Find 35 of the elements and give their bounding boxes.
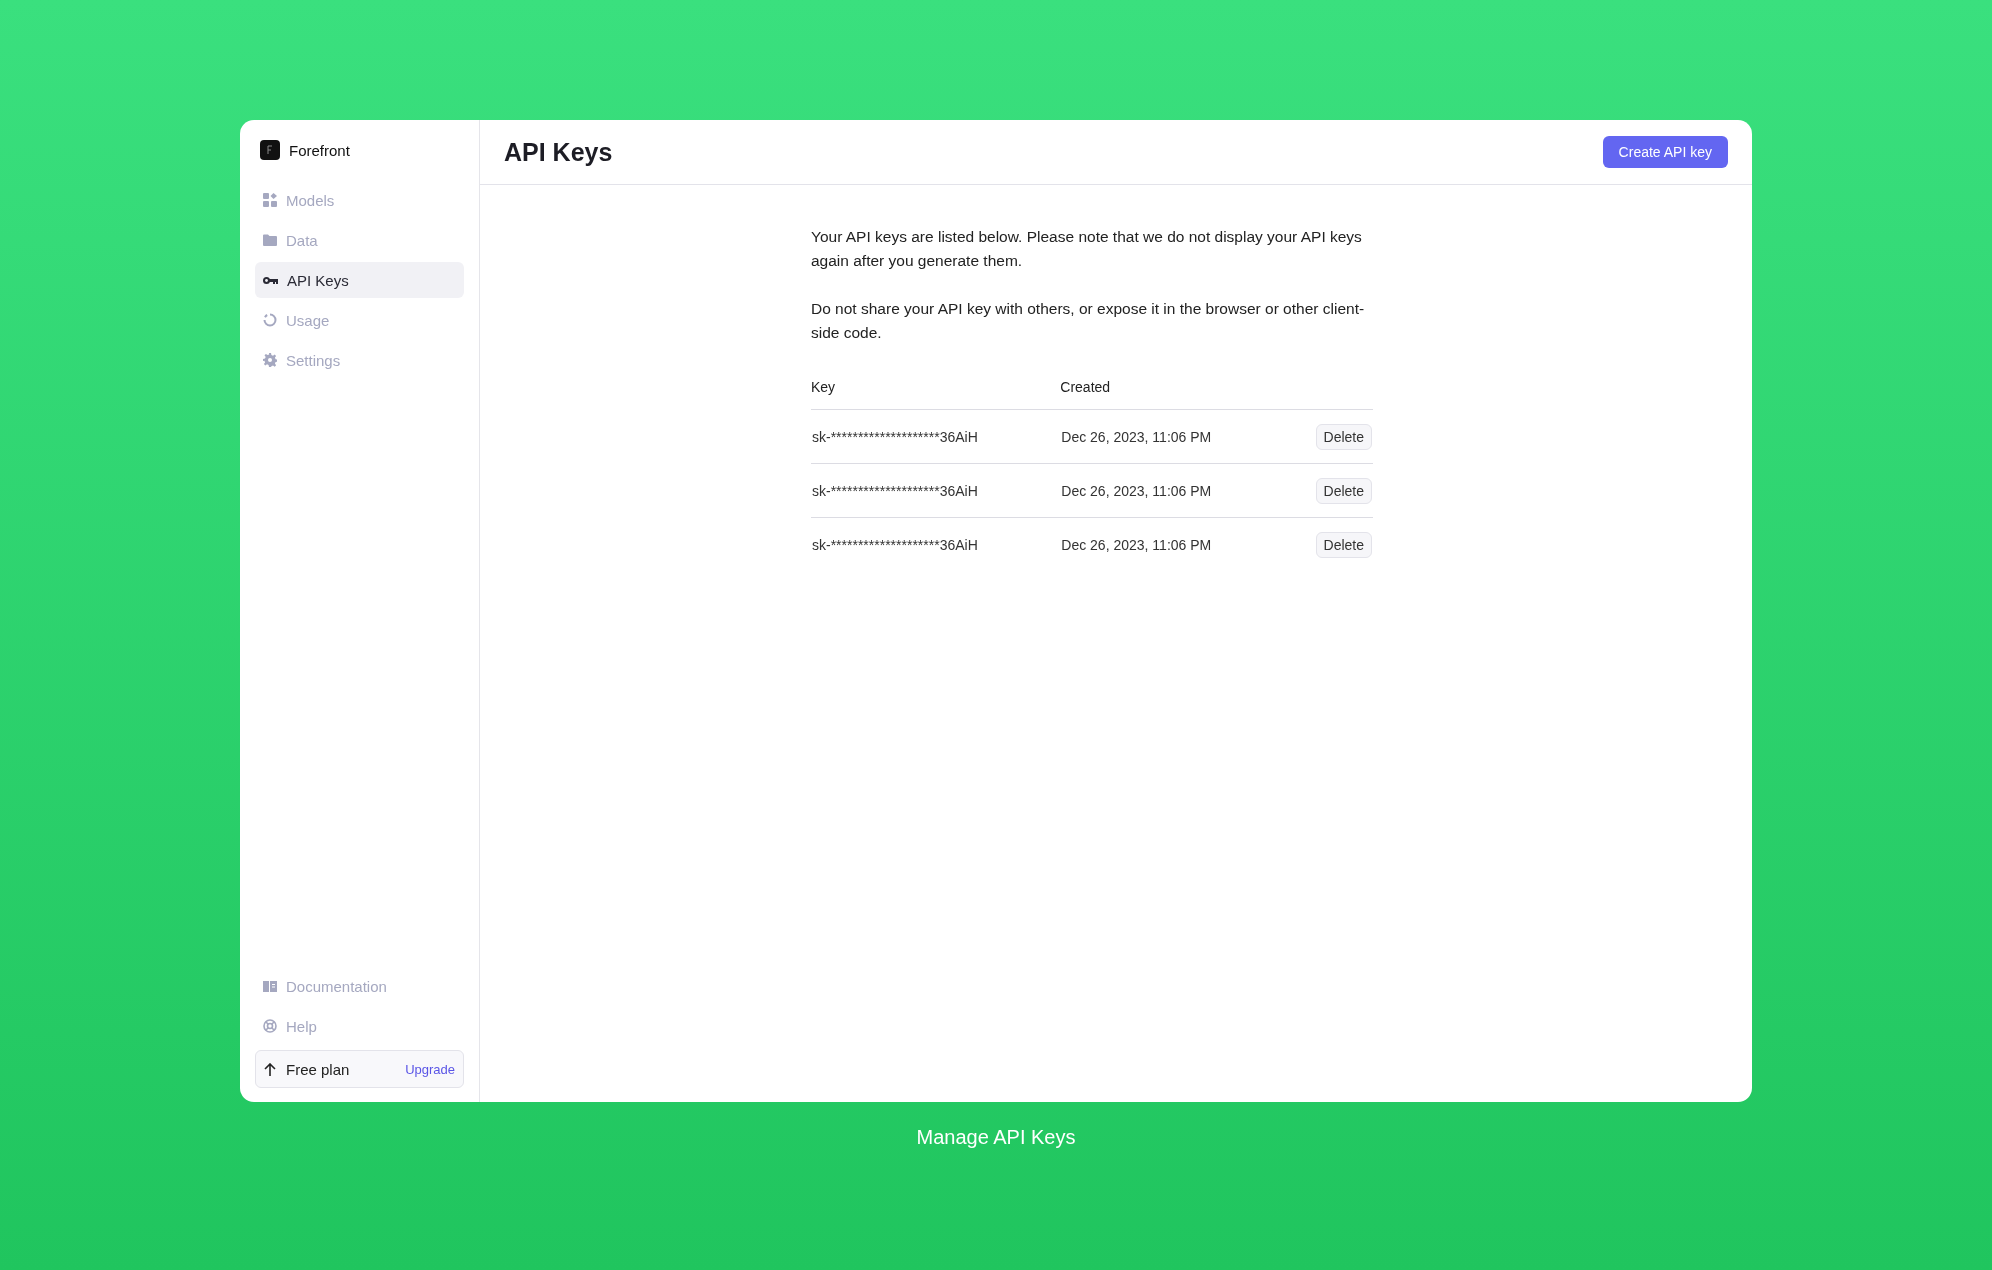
nav-item[interactable]: Models (255, 182, 464, 218)
key-cell: sk-********************36AiH (812, 428, 978, 445)
delete-button[interactable]: Delete (1315, 531, 1372, 558)
intro-paragraph: Your API keys are listed below. Please note that we do not display your API keys again after you generate them. (811, 227, 1363, 271)
nav-link[interactable]: Documentation (255, 968, 464, 1004)
plan-label: Free plan (286, 1060, 351, 1078)
logo-icon (260, 140, 280, 160)
nav-item[interactable]: Settings (255, 342, 464, 378)
nav-item[interactable]: Data (255, 222, 464, 258)
key-icon (263, 275, 278, 285)
key-cell: sk-********************36AiH (812, 536, 978, 553)
book-icon (263, 980, 277, 992)
settings-icon (263, 353, 277, 367)
intro-paragraph: Do not share your API key with others, or expose it in the browser or other client-side code. (811, 299, 1366, 343)
brand-name: Forefront (289, 141, 350, 159)
nav-item[interactable]: Usage (255, 302, 464, 338)
column-header: Created (1060, 379, 1111, 395)
created-cell: Dec 26, 2023, 11:06 PM (1061, 482, 1212, 499)
delete-button[interactable]: Delete (1315, 477, 1372, 504)
delete-button[interactable]: Delete (1315, 423, 1372, 450)
grid-icon (263, 193, 277, 207)
nav-item[interactable]: API Keys (255, 262, 464, 298)
lifebuoy-icon (263, 1019, 277, 1033)
caption: Manage API Keys (916, 1126, 1076, 1149)
created-cell: Dec 26, 2023, 11:06 PM (1061, 428, 1212, 445)
nav-link[interactable]: Help (255, 1008, 464, 1044)
page-title: API Keys (504, 137, 613, 167)
arrow-up-icon (264, 1062, 276, 1076)
upgrade-link[interactable]: Upgrade (405, 1061, 455, 1077)
folder-icon (263, 234, 277, 246)
column-header: Key (811, 379, 836, 395)
created-cell: Dec 26, 2023, 11:06 PM (1061, 536, 1212, 553)
key-cell: sk-********************36AiH (812, 482, 978, 499)
create-key-button[interactable]: Create API key (1602, 136, 1728, 168)
loading-ring-icon (263, 313, 277, 327)
